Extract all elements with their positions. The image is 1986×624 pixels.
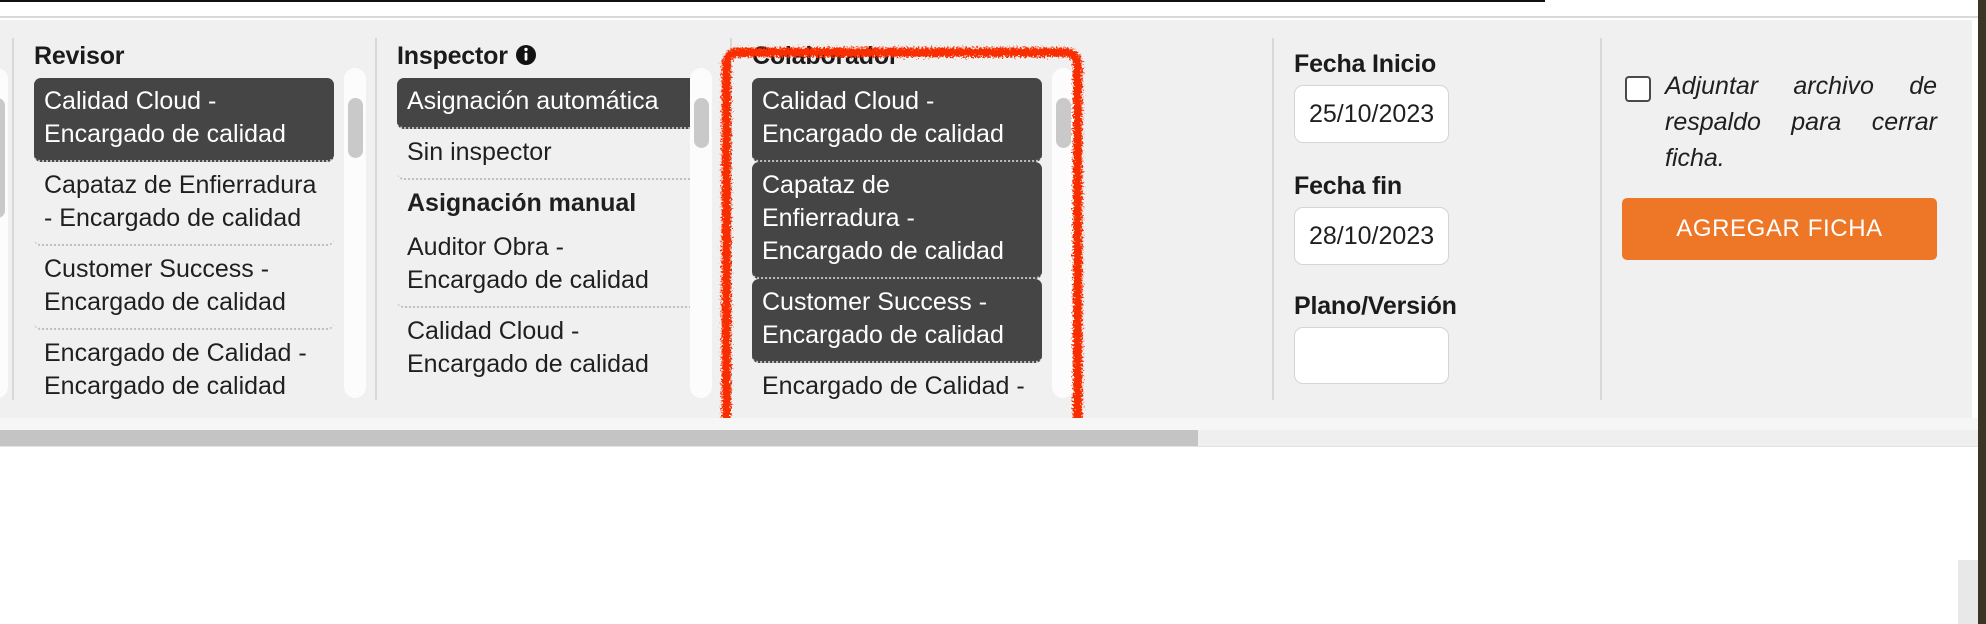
column-colaborador: Colaborador Calidad Cloud - Encargado de… (730, 20, 1080, 418)
window-right-edge (1978, 0, 1986, 624)
page-scrollbar-right[interactable] (1958, 560, 1978, 624)
column-divider-revisor (12, 38, 14, 400)
agregar-ficha-button[interactable]: AGREGAR FICHA (1622, 198, 1937, 260)
horizontal-scrollbar-thumb[interactable] (0, 430, 1198, 446)
listbox-inspector[interactable]: Asignación automática Sin inspector Asig… (397, 78, 697, 408)
list-item[interactable]: Sin inspector (397, 129, 697, 180)
list-item[interactable]: Calidad Cloud - Encargado de calidad (34, 78, 334, 162)
list-item[interactable]: Asignación automática (397, 78, 697, 129)
list-item[interactable]: Calidad Cloud - Encargado de calidad (752, 78, 1042, 162)
panel-bottom-edge (0, 418, 1986, 430)
scrollbar-track-revisor[interactable] (344, 68, 366, 398)
fecha-fin-input[interactable]: 28/10/2023 (1294, 207, 1449, 265)
list-item[interactable]: Auditor Obra - Encargado de calidad (397, 224, 697, 308)
column-title-inspector-label: Inspector (397, 42, 508, 70)
adjuntar-respaldo-checkbox[interactable] (1625, 76, 1651, 102)
list-item[interactable]: Calidad Cloud - Encargado de calidad (397, 308, 697, 390)
scrollbar-thumb-offscreen[interactable] (0, 98, 5, 218)
column-revisor: Revisor Calidad Cloud - Encargado de cal… (12, 20, 362, 418)
column-divider-colaborador (730, 38, 732, 400)
column-inspector: Inspector Asignación automática Sin insp… (375, 20, 725, 418)
scrollbar-track-colaborador[interactable] (690, 68, 712, 398)
app-root: Revisor Calidad Cloud - Encargado de cal… (0, 0, 1986, 624)
list-item[interactable]: Customer Success - Encargado de calidad (752, 279, 1042, 363)
fecha-inicio-input[interactable]: 25/10/2023 (1294, 85, 1449, 143)
column-divider-inspector (375, 38, 377, 400)
top-hairline (0, 0, 1545, 2)
column-divider-fechas (1272, 38, 1274, 400)
listbox-colaborador[interactable]: Calidad Cloud - Encargado de calidad Cap… (752, 78, 1042, 408)
column-divider-adjuntar (1600, 38, 1602, 400)
list-item[interactable]: Encargado de Calidad - Encargado de cali… (34, 330, 334, 408)
scrollbar-thumb-colaborador[interactable] (694, 98, 709, 148)
list-item[interactable]: Capataz de Enfierradura - Encargado de c… (34, 162, 334, 246)
scrollbar-thumb-revisor[interactable] (348, 98, 363, 158)
adjuntar-respaldo-label: Adjuntar archivo de respaldo para cerrar… (1665, 72, 1937, 172)
info-icon[interactable] (515, 44, 537, 73)
column-title-inspector: Inspector (397, 42, 537, 73)
list-item[interactable]: Encargado de Calidad - Encargado de cali… (752, 363, 1042, 408)
scrollbar-track-offscreen[interactable] (0, 68, 8, 398)
list-group-header: Asignación manual (407, 189, 637, 217)
plano-version-label: Plano/Versión (1294, 292, 1457, 320)
list-item[interactable]: Customer Success - Encargado de calidad (34, 246, 334, 330)
column-title-colaborador: Colaborador (752, 42, 899, 70)
fecha-fin-label: Fecha fin (1294, 172, 1402, 200)
fecha-inicio-label: Fecha Inicio (1294, 50, 1437, 78)
list-item[interactable]: Capataz de Enfierradura - Encargado de c… (752, 162, 1042, 279)
window-top-strip (0, 0, 1986, 18)
bottom-content-area: Todas Fecha: Hoy (creación) Revisor: Tod… (0, 446, 1986, 624)
ficha-form-panel: Revisor Calidad Cloud - Encargado de cal… (0, 20, 1972, 456)
column-title-revisor: Revisor (34, 42, 125, 70)
listbox-revisor[interactable]: Calidad Cloud - Encargado de calidad Cap… (34, 78, 334, 408)
plano-version-input[interactable] (1294, 327, 1449, 384)
